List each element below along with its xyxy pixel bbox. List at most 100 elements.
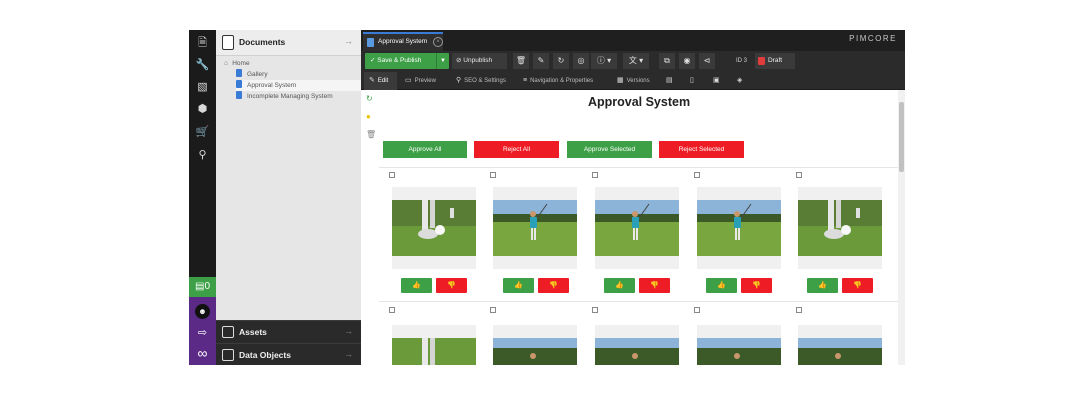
image-checkbox[interactable] <box>389 172 395 178</box>
info-dropdown-icon[interactable]: ⓘ ▾ <box>591 53 617 69</box>
close-icon[interactable]: × <box>433 37 443 47</box>
cart-icon[interactable]: 🛒 <box>189 123 216 141</box>
page-icon <box>236 91 242 99</box>
arrow-right-icon[interactable]: → <box>344 349 353 359</box>
preview-icon: ▭ <box>405 77 412 84</box>
infinity-icon[interactable]: ∞ <box>189 345 216 361</box>
thumbs-up-button[interactable]: 👍 <box>401 278 432 293</box>
gallery-image-golfer <box>697 187 781 269</box>
gallery-image-golfer <box>493 325 577 365</box>
image-checkbox[interactable] <box>796 172 802 178</box>
tree-item-gallery[interactable]: Gallery <box>236 69 268 80</box>
sliders-icon: ≡ <box>523 77 528 84</box>
tab-edit[interactable]: ✎ Edit <box>364 72 397 90</box>
notification-count: 0 <box>204 281 210 292</box>
trash-icon[interactable]: 🗑 <box>366 130 376 139</box>
draft-button[interactable]: Draft <box>755 53 795 69</box>
thumbs-up-button[interactable]: 👍 <box>706 278 737 293</box>
image-checkbox[interactable] <box>694 172 700 178</box>
calendar-icon[interactable]: ▤ <box>666 72 676 90</box>
editor-subtabs: ✎ Edit ▭ Preview ⚲ SEO & Settings ≡ Navigati… <box>361 72 905 90</box>
eye-icon[interactable]: ◉ <box>679 53 695 69</box>
tree-item-home[interactable]: ⌂ Home <box>224 58 250 69</box>
documents-icon <box>222 35 234 50</box>
image-checkbox[interactable] <box>694 307 700 313</box>
arrow-right-icon[interactable]: → <box>344 326 353 336</box>
tab-seo-settings[interactable]: ⚲ SEO & Settings <box>456 72 506 90</box>
data-objects-label: Data Objects <box>239 350 291 360</box>
assets-panel-header[interactable]: Assets → <box>216 320 361 343</box>
pimcore-app: 🗎 🔧 ▧ ⬢ 🛒 ⚲ ▤0 ☻ ⇨ ∞ Documents → ⌂ Home G… <box>189 30 905 365</box>
open-external-icon[interactable]: ⧉ <box>659 53 675 69</box>
avatar[interactable]: ☻ <box>195 304 210 319</box>
image-checkbox[interactable] <box>796 307 802 313</box>
vertical-scrollbar[interactable] <box>898 90 905 365</box>
thumbs-up-button[interactable]: 👍 <box>807 278 838 293</box>
share-icon[interactable]: ⊲ <box>699 53 715 69</box>
main-navigation-bar: 🗎 🔧 ▧ ⬢ 🛒 ⚲ ▤0 ☻ ⇨ ∞ <box>189 30 216 365</box>
pencil-icon[interactable]: ✎ <box>533 53 549 69</box>
tree-item-label: Approval System <box>247 82 297 89</box>
reject-selected-button[interactable]: Reject Selected <box>659 141 744 158</box>
image-checkbox[interactable] <box>490 307 496 313</box>
logout-icon[interactable]: ⇨ <box>189 326 216 339</box>
image-checkbox[interactable] <box>592 172 598 178</box>
approve-selected-button[interactable]: Approve Selected <box>567 141 652 158</box>
thumbs-down-button[interactable]: 👎 <box>436 278 467 293</box>
image-checkbox[interactable] <box>490 172 496 178</box>
arrow-right-icon[interactable]: → <box>344 36 353 46</box>
documents-tree-panel: Documents → ⌂ Home Gallery Approval Syste… <box>216 30 361 365</box>
save-publish-button[interactable]: ✓ Save & Publish ▼ <box>365 53 449 69</box>
gallery-image-golfer <box>798 325 882 365</box>
versions-icon: ▦ <box>617 77 624 84</box>
tree-item-approval-system[interactable]: Approval System <box>236 80 361 91</box>
page-icon <box>236 80 242 88</box>
scrollbar-thumb[interactable] <box>899 102 904 172</box>
gallery-image-golfer <box>697 325 781 365</box>
unpublish-button[interactable]: ⊘ Unpublish <box>452 53 507 69</box>
documents-panel-header[interactable]: Documents → <box>216 30 361 56</box>
tree-item-incomplete-managing-system[interactable]: Incomplete Managing System <box>236 91 333 102</box>
approve-all-button[interactable]: Approve All <box>383 141 467 158</box>
draft-icon <box>758 57 765 65</box>
editmode-sidebar: ↻ ● 🗑 <box>361 90 379 365</box>
editor-toolbar: ✓ Save & Publish ▼ ⊘ Unpublish 🗑 ✎ ↻ ◎ ⓘ… <box>361 51 905 72</box>
target-icon[interactable]: ◎ <box>573 53 589 69</box>
notifications-button[interactable]: ▤0 <box>189 277 216 297</box>
image-checkbox[interactable] <box>389 307 395 313</box>
tree-item-label: Incomplete Managing System <box>247 93 333 100</box>
thumbs-down-button[interactable]: 👎 <box>741 278 772 293</box>
gallery-image-golfer <box>595 187 679 269</box>
thumbs-up-button[interactable]: 👍 <box>503 278 534 293</box>
gallery-image-golf-ball <box>798 187 882 269</box>
chart-icon[interactable]: ▧ <box>189 78 216 96</box>
tab-preview[interactable]: ▭ Preview <box>405 72 436 90</box>
thumbs-down-button[interactable]: 👎 <box>842 278 873 293</box>
tab-approval-system[interactable]: Approval System × <box>363 32 443 51</box>
bookmark-icon[interactable]: ▯ <box>690 72 697 90</box>
tag-icon[interactable]: ◈ <box>737 72 745 90</box>
editor-tab-bar: Approval System × PIMCORE <box>361 30 905 51</box>
thumbs-down-button[interactable]: 👎 <box>639 278 670 293</box>
clipboard-icon[interactable]: ▣ <box>713 72 723 90</box>
tab-navigation-properties[interactable]: ≡ Navigation & Properties <box>523 72 593 90</box>
search-icon[interactable]: ⚲ <box>189 146 216 164</box>
lightbulb-icon[interactable]: ● <box>366 112 371 121</box>
pencil-icon: ✎ <box>369 77 375 84</box>
trash-icon[interactable]: 🗑 <box>513 53 529 69</box>
cube-icon[interactable]: ⬢ <box>189 100 216 118</box>
data-objects-panel-header[interactable]: Data Objects → <box>216 343 361 365</box>
page-title: Approval System <box>587 95 691 109</box>
image-checkbox[interactable] <box>592 307 598 313</box>
wrench-icon[interactable]: 🔧 <box>189 56 216 74</box>
translate-dropdown-icon[interactable]: 文 ▾ <box>623 53 649 69</box>
chevron-down-icon[interactable]: ▼ <box>436 53 449 69</box>
document-icon[interactable]: 🗎 <box>189 34 216 52</box>
thumbs-up-button[interactable]: 👍 <box>604 278 635 293</box>
gallery-image-golfer <box>595 325 679 365</box>
reload-icon[interactable]: ↻ <box>553 53 569 69</box>
draft-label: Draft <box>768 57 783 64</box>
tab-versions[interactable]: ▦ Versions <box>617 72 650 90</box>
reject-all-button[interactable]: Reject All <box>474 141 559 158</box>
thumbs-down-button[interactable]: 👎 <box>538 278 569 293</box>
